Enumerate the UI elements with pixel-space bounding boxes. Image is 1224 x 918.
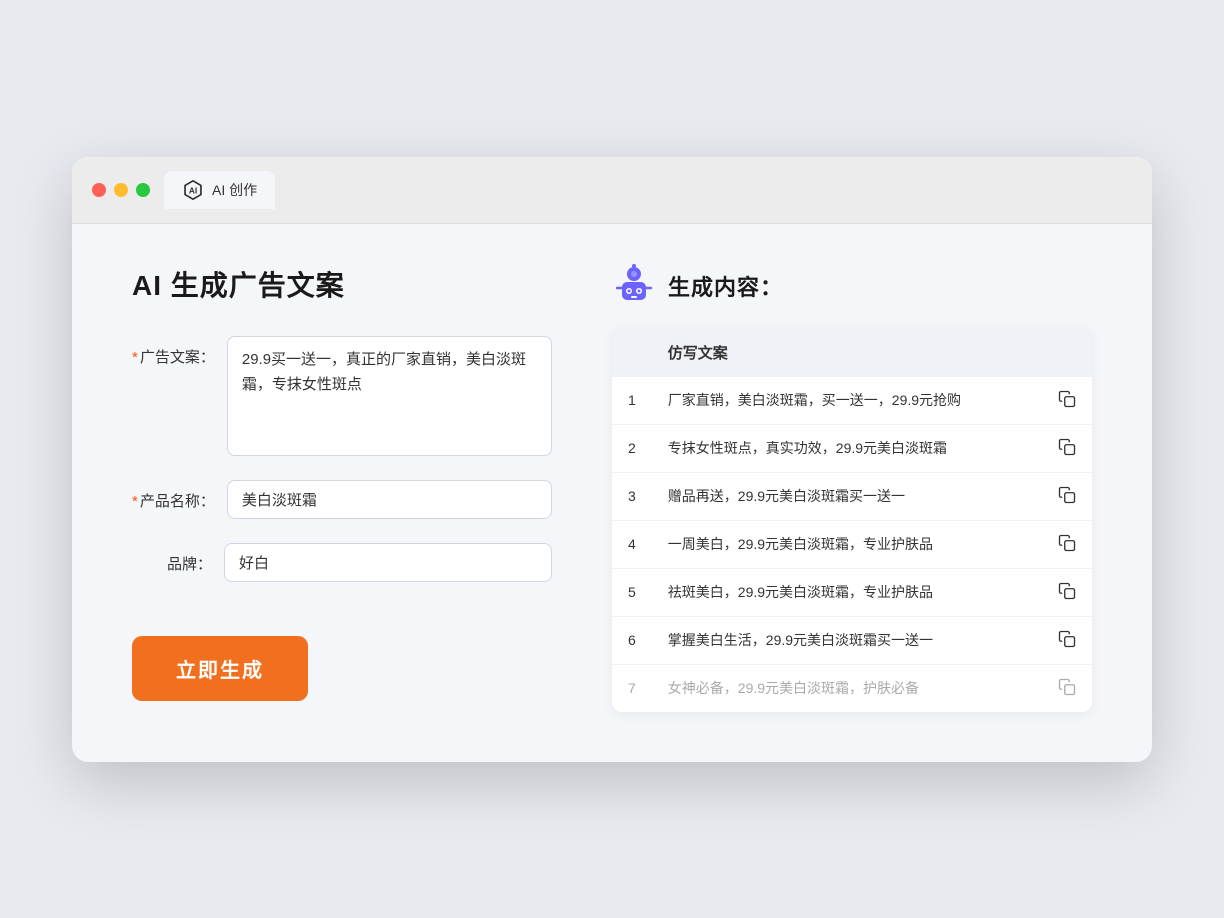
copy-button[interactable] (1042, 616, 1092, 664)
page-title: AI 生成广告文案 (132, 264, 552, 304)
table-row: 1厂家直销，美白淡斑霜，买一送一，29.9元抢购 (612, 377, 1092, 425)
close-button[interactable] (92, 183, 106, 197)
browser-window: AI AI 创作 AI 生成广告文案 *广告文案： 29.9买一送一，真正的厂家… (72, 157, 1152, 762)
table-row: 2专抹女性斑点，真实功效，29.9元美白淡斑霜 (612, 424, 1092, 472)
row-number: 6 (612, 616, 652, 664)
minimize-button[interactable] (114, 183, 128, 197)
ai-tab-icon: AI (182, 179, 204, 201)
main-content: AI 生成广告文案 *广告文案： 29.9买一送一，真正的厂家直销，美白淡斑霜，… (72, 224, 1152, 762)
brand-row: 品牌： (132, 543, 552, 582)
row-number: 4 (612, 520, 652, 568)
copy-button[interactable] (1042, 472, 1092, 520)
maximize-button[interactable] (136, 183, 150, 197)
required-mark-2: * (132, 493, 138, 510)
copy-button[interactable] (1042, 664, 1092, 712)
col-num (612, 328, 652, 377)
product-name-input[interactable] (227, 480, 552, 519)
titlebar: AI AI 创作 (72, 157, 1152, 224)
brand-input[interactable] (224, 543, 552, 582)
ad-copy-row: *广告文案： 29.9买一送一，真正的厂家直销，美白淡斑霜，专抹女性斑点 (132, 336, 552, 456)
row-content: 厂家直销，美白淡斑霜，买一送一，29.9元抢购 (652, 377, 1042, 425)
row-content: 掌握美白生活，29.9元美白淡斑霜买一送一 (652, 616, 1042, 664)
svg-text:AI: AI (189, 186, 197, 195)
table-row: 4一周美白，29.9元美白淡斑霜，专业护肤品 (612, 520, 1092, 568)
tab-ai-create[interactable]: AI AI 创作 (164, 171, 275, 209)
ad-copy-label: *广告文案： (132, 336, 215, 367)
tab-label: AI 创作 (212, 180, 257, 200)
row-content: 专抹女性斑点，真实功效，29.9元美白淡斑霜 (652, 424, 1042, 472)
row-content: 赠品再送，29.9元美白淡斑霜买一送一 (652, 472, 1042, 520)
product-name-label: *产品名称： (132, 480, 215, 511)
row-content: 一周美白，29.9元美白淡斑霜，专业护肤品 (652, 520, 1042, 568)
right-header: 生成内容： (612, 264, 1092, 308)
right-panel: 生成内容： 仿写文案 1厂家直销，美白淡斑霜，买一送一，29.9元抢购2专抹女性… (612, 264, 1092, 712)
brand-label: 品牌： (132, 543, 212, 574)
generate-button[interactable]: 立即生成 (132, 636, 308, 701)
row-number: 2 (612, 424, 652, 472)
required-mark: * (132, 349, 138, 366)
col-content: 仿写文案 (652, 328, 1042, 377)
row-number: 7 (612, 664, 652, 712)
product-name-row: *产品名称： (132, 480, 552, 519)
row-number: 1 (612, 377, 652, 425)
table-row: 7女神必备，29.9元美白淡斑霜，护肤必备 (612, 664, 1092, 712)
copy-button[interactable] (1042, 424, 1092, 472)
row-content: 祛斑美白，29.9元美白淡斑霜，专业护肤品 (652, 568, 1042, 616)
left-panel: AI 生成广告文案 *广告文案： 29.9买一送一，真正的厂家直销，美白淡斑霜，… (132, 264, 552, 712)
copy-button[interactable] (1042, 377, 1092, 425)
ad-copy-input[interactable]: 29.9买一送一，真正的厂家直销，美白淡斑霜，专抹女性斑点 (227, 336, 552, 456)
table-row: 3赠品再送，29.9元美白淡斑霜买一送一 (612, 472, 1092, 520)
copy-button[interactable] (1042, 520, 1092, 568)
robot-icon (612, 264, 656, 308)
copy-button[interactable] (1042, 568, 1092, 616)
traffic-lights (92, 183, 150, 197)
table-row: 6掌握美白生活，29.9元美白淡斑霜买一送一 (612, 616, 1092, 664)
col-action (1042, 328, 1092, 377)
row-number: 3 (612, 472, 652, 520)
table-row: 5祛斑美白，29.9元美白淡斑霜，专业护肤品 (612, 568, 1092, 616)
result-table: 仿写文案 1厂家直销，美白淡斑霜，买一送一，29.9元抢购2专抹女性斑点，真实功… (612, 328, 1092, 712)
row-number: 5 (612, 568, 652, 616)
row-content: 女神必备，29.9元美白淡斑霜，护肤必备 (652, 664, 1042, 712)
right-title: 生成内容： (668, 270, 783, 302)
